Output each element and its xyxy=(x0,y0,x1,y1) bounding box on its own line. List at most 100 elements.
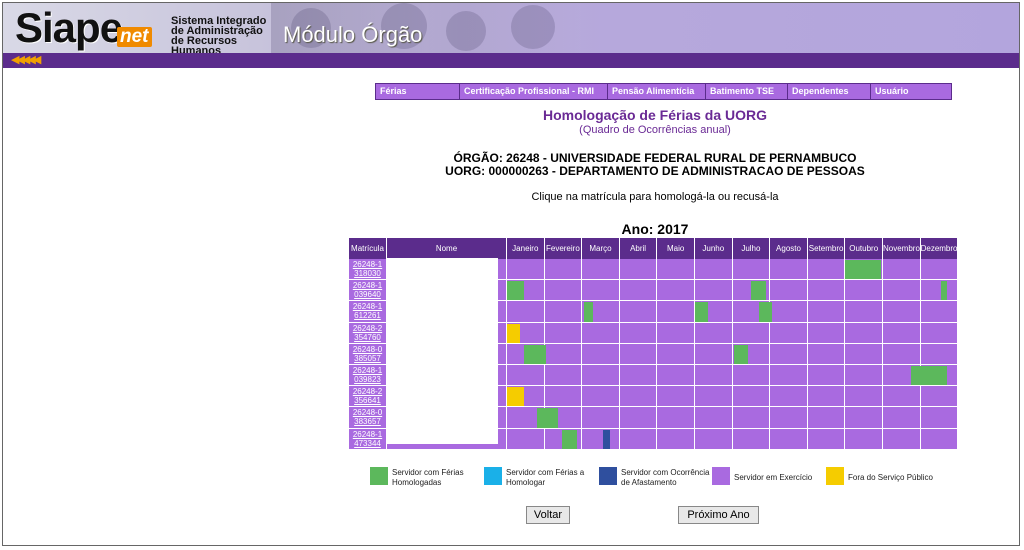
main-menu: Férias Certificação Profissional - RMI P… xyxy=(375,83,952,100)
orgao-info: ÓRGÃO: 26248 - UNIVERSIDADE FEDERAL RURA… xyxy=(453,151,857,165)
month-cell xyxy=(657,322,695,344)
header-banner: Siape net Sistema Integrado de Administr… xyxy=(3,3,1019,53)
column-header-matricula: Matrícula xyxy=(349,238,387,259)
vacation-mark-homologadas xyxy=(911,366,947,386)
month-cell xyxy=(845,322,883,344)
month-cell xyxy=(695,428,733,450)
menu-item-ferias[interactable]: Férias xyxy=(376,84,460,99)
menu-item-certificacao[interactable]: Certificação Profissional - RMI xyxy=(460,84,608,99)
vacation-mark-homologadas xyxy=(758,302,773,322)
month-cell xyxy=(507,259,545,281)
column-header-month: Setembro xyxy=(807,238,846,259)
vacation-mark-fora xyxy=(507,323,521,343)
month-cell xyxy=(807,322,846,344)
month-cell xyxy=(507,365,545,387)
matricula-link[interactable]: 26248-1612261 xyxy=(353,302,383,320)
month-cell xyxy=(619,280,658,302)
month-cell xyxy=(732,365,771,387)
month-cell xyxy=(582,407,620,429)
top-nav-bar: ◀◀◀◀◀ xyxy=(3,53,1019,68)
matricula-cell[interactable]: 26248-1473344 xyxy=(349,428,387,450)
month-cell xyxy=(732,322,771,344)
month-cell xyxy=(695,280,733,302)
siape-net-logo: net xyxy=(117,27,152,47)
back-arrows-icon[interactable]: ◀◀◀◀◀ xyxy=(11,54,41,67)
matricula-link[interactable]: 26248-1039640 xyxy=(353,281,383,299)
page-subtitle: (Quadro de Ocorrências anual) xyxy=(579,124,731,136)
proximo-ano-button[interactable]: Próximo Ano xyxy=(678,506,759,524)
month-cell xyxy=(920,280,959,302)
month-cell xyxy=(544,301,583,323)
month-cell xyxy=(619,322,658,344)
month-cell xyxy=(695,365,733,387)
month-cell xyxy=(582,259,620,281)
matricula-cell[interactable]: 26248-2356641 xyxy=(349,386,387,408)
vacation-mark-homologadas xyxy=(695,302,709,322)
column-header-month: Fevereiro xyxy=(544,238,583,259)
matricula-link[interactable]: 26248-1039823 xyxy=(353,366,383,384)
menu-item-dependentes[interactable]: Dependentes xyxy=(788,84,871,99)
matricula-cell[interactable]: 26248-1612261 xyxy=(349,301,387,323)
month-cell xyxy=(619,407,658,429)
matricula-cell[interactable]: 26248-2354760 xyxy=(349,322,387,344)
matricula-link[interactable]: 26248-1473344 xyxy=(353,430,383,448)
matricula-cell[interactable]: 26248-1039823 xyxy=(349,365,387,387)
month-cell xyxy=(770,322,808,344)
month-cell xyxy=(695,343,733,365)
month-cell xyxy=(807,280,846,302)
month-cell xyxy=(582,322,620,344)
module-title: Módulo Órgão xyxy=(283,22,423,47)
vacation-mark-homologadas xyxy=(537,408,558,428)
month-cell xyxy=(619,365,658,387)
voltar-button[interactable]: Voltar xyxy=(526,506,570,524)
month-cell xyxy=(770,386,808,408)
menu-item-usuario[interactable]: Usuário xyxy=(871,84,951,99)
matricula-cell[interactable]: 26248-1039640 xyxy=(349,280,387,302)
matricula-cell[interactable]: 26248-0383657 xyxy=(349,407,387,429)
matricula-link[interactable]: 26248-2356641 xyxy=(353,387,383,405)
month-cell xyxy=(544,386,583,408)
uorg-info: UORG: 000000263 - DEPARTAMENTO DE ADMINI… xyxy=(445,164,865,178)
month-cell xyxy=(544,343,583,365)
vacation-mark-homologadas xyxy=(561,429,577,449)
month-cell xyxy=(883,301,921,323)
matricula-link[interactable]: 26248-0385057 xyxy=(353,345,383,363)
month-cell xyxy=(657,343,695,365)
month-cell xyxy=(732,259,771,281)
menu-item-batimento-tse[interactable]: Batimento TSE xyxy=(706,84,788,99)
month-cell xyxy=(845,301,883,323)
matricula-link[interactable]: 26248-2354760 xyxy=(353,324,383,342)
month-cell xyxy=(845,428,883,450)
month-cell xyxy=(770,259,808,281)
menu-item-pensao[interactable]: Pensão Alimentícia xyxy=(608,84,706,99)
matricula-link[interactable]: 26248-0383657 xyxy=(353,408,383,426)
month-cell xyxy=(920,322,959,344)
month-cell xyxy=(544,280,583,302)
matricula-cell[interactable]: 26248-1318030 xyxy=(349,259,387,281)
vacation-mark-homologadas xyxy=(941,281,947,301)
legend-swatch-exercicio xyxy=(712,467,730,485)
month-cell xyxy=(619,343,658,365)
month-cell xyxy=(883,259,921,281)
month-cell xyxy=(657,407,695,429)
month-cell xyxy=(920,386,959,408)
month-cell xyxy=(883,343,921,365)
month-cell xyxy=(657,386,695,408)
matricula-link[interactable]: 26248-1318030 xyxy=(353,260,383,278)
month-cell xyxy=(507,428,545,450)
month-cell xyxy=(845,407,883,429)
month-cell xyxy=(695,386,733,408)
legend-label-a-homologar: Servidor com Férias a Homologar xyxy=(506,468,585,487)
month-cell xyxy=(883,386,921,408)
column-header-month: Janeiro xyxy=(507,238,545,259)
matricula-cell[interactable]: 26248-0385057 xyxy=(349,343,387,365)
column-header-month: Julho xyxy=(732,238,771,259)
year-label: Ano: 2017 xyxy=(621,221,689,237)
vacation-mark-homologadas xyxy=(845,260,882,280)
column-header-month: Abril xyxy=(619,238,658,259)
month-cell xyxy=(582,343,620,365)
month-cell xyxy=(507,301,545,323)
legend-swatch-a-homologar xyxy=(484,467,502,485)
month-cell xyxy=(883,322,921,344)
page-title: Homologação de Férias da UORG xyxy=(542,107,768,123)
